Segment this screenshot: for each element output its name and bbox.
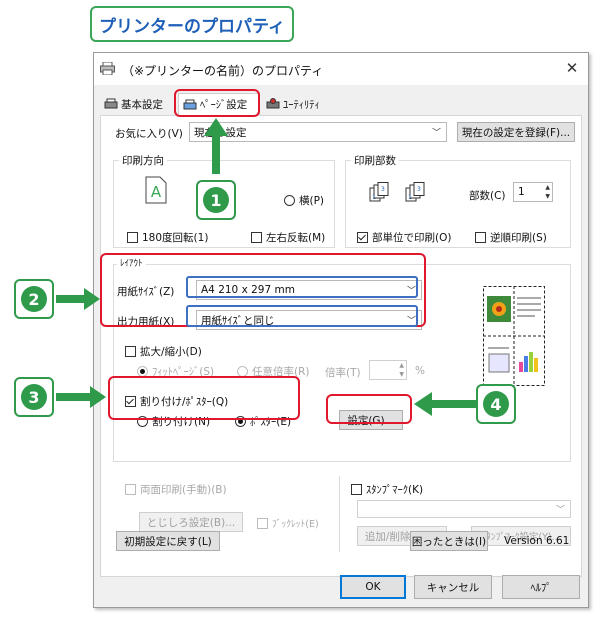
callout-3: 3	[14, 377, 54, 417]
callout-1: 1	[196, 180, 236, 220]
callout-2: 2	[14, 279, 54, 319]
callout-4: 4	[476, 384, 516, 424]
callout-arrows	[56, 118, 476, 416]
